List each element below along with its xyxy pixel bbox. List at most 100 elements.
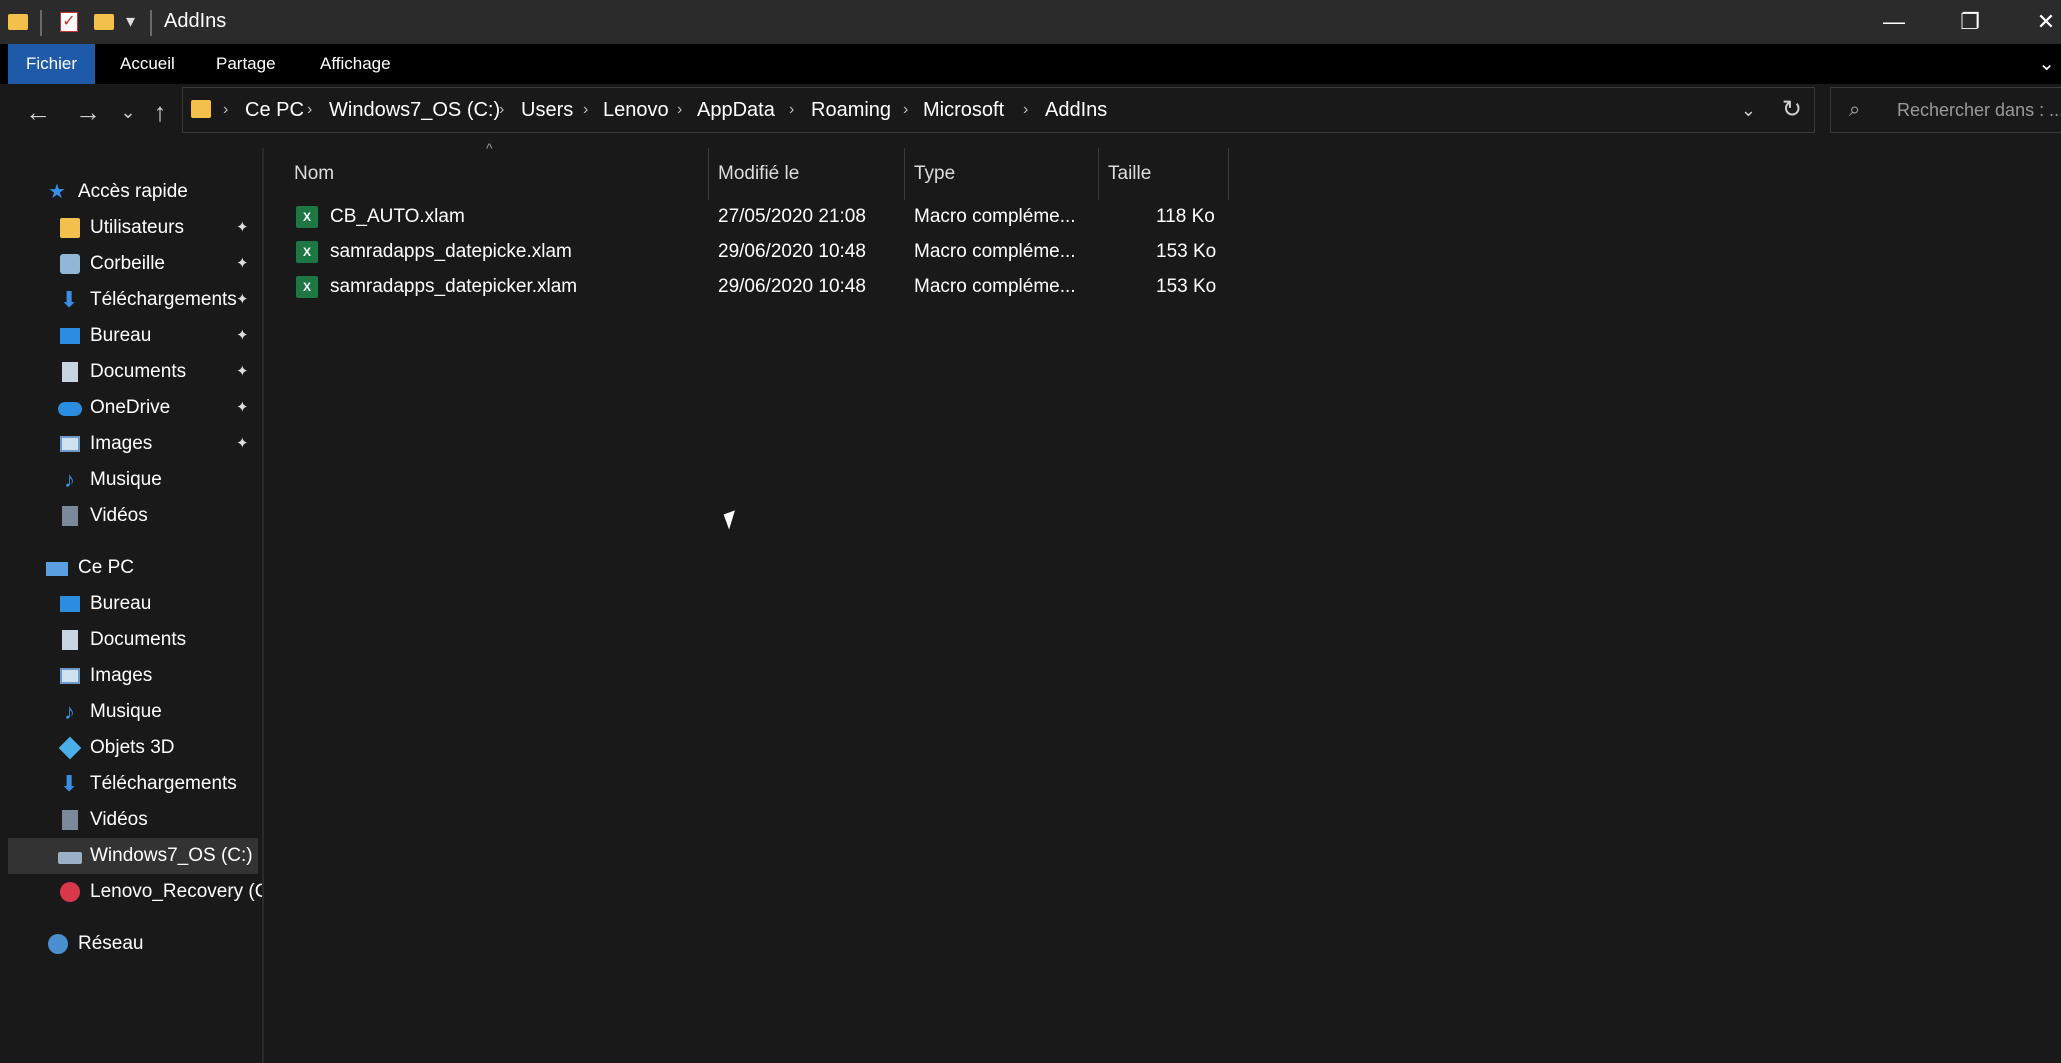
file-modified: 29/06/2020 10:48 bbox=[718, 276, 866, 297]
sidebar-item-utilisateurs[interactable]: Utilisateurs ✦ bbox=[8, 210, 258, 246]
pin-icon[interactable]: ✦ bbox=[236, 318, 249, 354]
refresh-icon[interactable]: ↻ bbox=[1782, 88, 1802, 132]
breadcrumb-users[interactable]: Users bbox=[521, 88, 573, 132]
sidebar-item-lenovo-recovery[interactable]: Lenovo_Recovery (C bbox=[8, 874, 262, 910]
breadcrumb-addins[interactable]: AddIns bbox=[1045, 88, 1107, 132]
sidebar-item-musique[interactable]: ♪ Musique bbox=[8, 462, 258, 498]
search-icon: ⌕ bbox=[1849, 99, 1861, 121]
table-row[interactable]: X samradapps_datepicke.xlam 29/06/2020 1… bbox=[266, 235, 1226, 269]
sidebar-item-pc-videos[interactable]: Vidéos bbox=[8, 802, 258, 838]
sidebar-item-label: Images bbox=[90, 433, 153, 454]
breadcrumb-lenovo[interactable]: Lenovo bbox=[603, 88, 669, 132]
excel-file-icon: X bbox=[296, 206, 318, 228]
file-type: Macro compléme... bbox=[914, 206, 1076, 227]
sidebar-item-label: Bureau bbox=[90, 593, 152, 614]
up-button[interactable]: ↑ bbox=[140, 92, 180, 132]
breadcrumb-microsoft[interactable]: Microsoft bbox=[923, 88, 1004, 132]
forward-button[interactable]: → bbox=[68, 92, 108, 132]
pane-divider[interactable] bbox=[262, 148, 264, 1063]
cube-icon bbox=[58, 736, 82, 760]
navigation-pane: ★ Accès rapide Utilisateurs ✦ Corbeille … bbox=[8, 148, 262, 1063]
sidebar-item-pc-objets-3d[interactable]: Objets 3D bbox=[8, 730, 258, 766]
tab-partage[interactable]: Partage bbox=[198, 44, 294, 84]
pin-icon[interactable]: ✦ bbox=[236, 354, 249, 390]
sidebar-item-windows7-os[interactable]: Windows7_OS (C:) bbox=[8, 838, 258, 874]
sidebar-item-pc-documents[interactable]: Documents bbox=[8, 622, 258, 658]
pin-icon[interactable]: ✦ bbox=[236, 390, 249, 426]
star-icon: ★ bbox=[48, 181, 66, 203]
desktop-icon bbox=[60, 596, 80, 612]
pin-icon[interactable]: ✦ bbox=[236, 282, 249, 318]
sidebar-item-label: OneDrive bbox=[90, 397, 171, 418]
sidebar-item-quick-access[interactable]: ★ Accès rapide bbox=[8, 174, 258, 210]
pin-icon[interactable]: ✦ bbox=[236, 246, 249, 282]
close-button[interactable]: ✕ bbox=[2016, 0, 2061, 44]
breadcrumb-separator: › bbox=[307, 101, 313, 118]
minimize-button[interactable]: — bbox=[1864, 0, 1924, 44]
breadcrumb-appdata[interactable]: AppData bbox=[697, 88, 775, 132]
sidebar-item-reseau[interactable]: Réseau bbox=[8, 926, 258, 962]
excel-file-icon: X bbox=[296, 241, 318, 263]
address-bar[interactable]: › Ce PC › Windows7_OS (C:) › Users › Len… bbox=[182, 87, 1815, 133]
sidebar-item-corbeille[interactable]: Corbeille ✦ bbox=[8, 246, 258, 282]
sidebar-item-telechargements[interactable]: ⬇ Téléchargements ✦ bbox=[8, 282, 258, 318]
column-divider[interactable] bbox=[1098, 148, 1099, 200]
sidebar-item-label: Accès rapide bbox=[78, 181, 188, 202]
pin-icon[interactable]: ✦ bbox=[236, 210, 249, 246]
sort-ascending-icon: ^ bbox=[486, 140, 493, 156]
tab-accueil[interactable]: Accueil bbox=[102, 44, 193, 84]
drive-icon bbox=[58, 852, 82, 864]
column-divider[interactable] bbox=[904, 148, 905, 200]
new-folder-icon[interactable] bbox=[94, 14, 114, 30]
breadcrumb-ce-pc[interactable]: Ce PC bbox=[245, 88, 304, 132]
sidebar-item-label: Corbeille bbox=[90, 253, 165, 274]
sidebar-item-label: Vidéos bbox=[90, 505, 148, 526]
tab-affichage[interactable]: Affichage bbox=[302, 44, 409, 84]
back-button[interactable]: ← bbox=[18, 92, 58, 132]
customize-toolbar-icon[interactable]: ▾ bbox=[126, 11, 135, 32]
file-size: 153 Ko bbox=[1156, 241, 1217, 262]
sidebar-item-label: Utilisateurs bbox=[90, 217, 184, 238]
address-history-dropdown-icon[interactable]: ⌄ bbox=[1741, 88, 1756, 132]
column-header-modified[interactable]: Modifié le bbox=[718, 152, 799, 196]
tab-fichier[interactable]: Fichier bbox=[8, 44, 96, 84]
cloud-icon bbox=[58, 402, 82, 416]
breadcrumb-windows7-os[interactable]: Windows7_OS (C:) bbox=[329, 88, 500, 132]
sidebar-item-onedrive[interactable]: OneDrive ✦ bbox=[8, 390, 258, 426]
breadcrumb-roaming[interactable]: Roaming bbox=[811, 88, 891, 132]
breadcrumb-separator: › bbox=[677, 101, 683, 118]
sidebar-item-documents[interactable]: Documents ✦ bbox=[8, 354, 258, 390]
column-divider[interactable] bbox=[708, 148, 709, 200]
properties-icon[interactable]: ✓ bbox=[60, 12, 78, 32]
sidebar-item-pc-bureau[interactable]: Bureau bbox=[8, 586, 258, 622]
sidebar-item-images[interactable]: Images ✦ bbox=[8, 426, 258, 462]
column-divider[interactable] bbox=[1228, 148, 1229, 200]
breadcrumb-separator: › bbox=[499, 101, 505, 118]
sidebar-item-pc-telechargements[interactable]: ⬇ Téléchargements bbox=[8, 766, 258, 802]
sidebar-item-label: Lenovo_Recovery (C bbox=[90, 881, 262, 902]
column-header-name[interactable]: Nom bbox=[294, 152, 334, 196]
table-row[interactable]: X CB_AUTO.xlam 27/05/2020 21:08 Macro co… bbox=[266, 200, 1226, 234]
column-header-size[interactable]: Taille bbox=[1108, 152, 1151, 196]
file-size: 118 Ko bbox=[1156, 206, 1215, 227]
sidebar-item-label: Windows7_OS (C:) bbox=[90, 845, 253, 866]
search-input[interactable]: Rechercher dans : ... bbox=[1897, 88, 2061, 132]
divider bbox=[150, 10, 152, 36]
mouse-cursor-icon bbox=[723, 510, 741, 530]
maximize-button[interactable]: ❐ bbox=[1940, 0, 2000, 44]
divider bbox=[40, 10, 42, 36]
table-row[interactable]: X samradapps_datepicker.xlam 29/06/2020 … bbox=[266, 270, 1226, 304]
expand-ribbon-icon[interactable]: ⌄ bbox=[2038, 44, 2055, 84]
sidebar-item-videos[interactable]: Vidéos bbox=[8, 498, 258, 534]
pin-icon[interactable]: ✦ bbox=[236, 426, 249, 462]
sidebar-item-pc-images[interactable]: Images bbox=[8, 658, 258, 694]
folder-icon bbox=[8, 14, 28, 30]
excel-file-icon: X bbox=[296, 276, 318, 298]
sidebar-item-bureau[interactable]: Bureau ✦ bbox=[8, 318, 258, 354]
sidebar-item-ce-pc[interactable]: Ce PC bbox=[8, 550, 258, 586]
column-header-type[interactable]: Type bbox=[914, 152, 955, 196]
sidebar-item-pc-musique[interactable]: ♪ Musique bbox=[8, 694, 258, 730]
search-box[interactable]: ⌕ Rechercher dans : ... bbox=[1830, 87, 2061, 133]
breadcrumb-separator: › bbox=[903, 101, 909, 118]
file-name: CB_AUTO.xlam bbox=[330, 206, 465, 227]
